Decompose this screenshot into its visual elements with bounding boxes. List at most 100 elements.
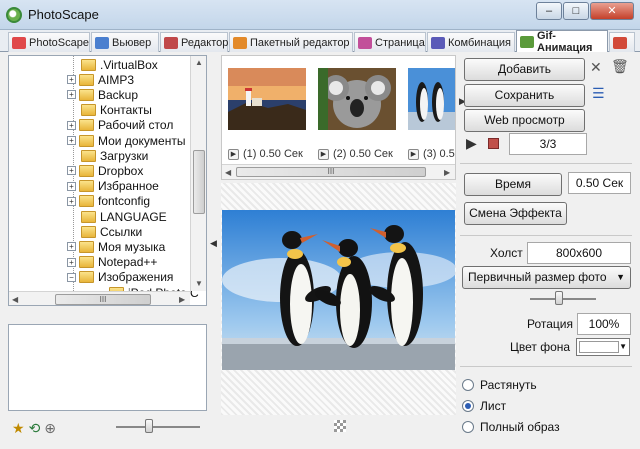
thumbnail-size-slider[interactable] [116,426,200,428]
radio-sheet[interactable]: Лист [462,399,506,413]
frame-play-icon[interactable]: ▶ [228,148,239,160]
expand-icon[interactable]: + [67,120,76,130]
bg-color-label: Цвет фона [510,340,571,354]
tree-item[interactable]: Контакты [81,103,152,118]
refresh-icon[interactable]: ⟲ [29,420,41,437]
expand-icon[interactable]: + [67,242,76,252]
tree-vertical-scrollbar[interactable]: ▲ ▼ [190,56,206,291]
time-button[interactable]: Время [464,173,562,196]
scroll-left-icon[interactable]: ◀ [12,295,18,304]
strip-scroll-thumb[interactable]: III [236,167,426,177]
tree-scroll-thumb[interactable] [193,150,205,214]
rotation-value[interactable]: 100% [577,313,631,335]
frame-play-icon[interactable]: ▶ [318,148,329,160]
tab-viewer[interactable]: Вьювер [91,32,159,52]
frame-thumbnail-2[interactable] [318,68,396,130]
tab-label: PhotoScape [29,36,89,49]
expand-icon[interactable]: + [67,136,76,145]
stop-icon[interactable] [488,138,499,149]
save-button[interactable]: Сохранить [464,84,585,107]
tree-item-label: Dropbox [98,163,144,178]
size-mode-select[interactable]: Первичный размер фото ▼ [462,266,631,289]
scroll-down-icon[interactable]: ▼ [195,279,203,288]
tree-item-label: Контакты [100,103,152,118]
tree-item[interactable]: + AIMP3 [67,72,134,87]
radio-full-dot[interactable] [462,421,474,433]
minimize-button[interactable]: – [536,2,562,20]
tree-item[interactable]: + fontconfig [67,194,150,209]
radio-full-image[interactable]: Полный образ [462,420,560,434]
size-slider[interactable] [530,298,596,300]
editor-tab-icon [164,36,178,49]
tab-combine[interactable]: Комбинация [427,32,515,52]
tree-item[interactable]: + Dropbox [67,163,143,178]
folder-icon [79,271,94,284]
change-effect-button[interactable]: Смена Эффекта [464,202,567,225]
thumbnail-view-icon[interactable]: ⊕ [44,420,56,437]
collapse-left-icon[interactable]: ◀ [210,238,217,249]
size-slider-thumb[interactable] [555,291,563,305]
time-value[interactable]: 0.50 Сек [568,172,631,194]
folder-tree[interactable]: .VirtualBox + AIMP3 + Backup Контакты + Рабочий… [8,55,207,306]
maximize-button[interactable]: □ [563,2,589,20]
remove-icon[interactable]: ✕ [590,59,602,76]
close-button[interactable]: ✕ [590,2,634,20]
tab-batch-editor[interactable]: Пакетный редактор [229,32,353,52]
tree-item[interactable]: + Рабочий стол [67,118,173,133]
tree-item[interactable]: LANGUAGE [81,209,167,224]
expand-icon[interactable]: + [67,181,76,191]
web-preview-button[interactable]: Web просмотр [464,109,585,132]
frame-play-icon[interactable]: ▶ [408,148,419,160]
canvas-size[interactable]: 800x600 [527,242,631,264]
page-tab-icon [358,36,372,49]
tab-gif-animation[interactable]: Gif-Анимация [516,30,608,54]
tree-item[interactable]: Загрузки [81,148,148,163]
folder-icon [79,256,94,269]
tab-overflow[interactable] [609,32,635,52]
tab-label: Вьювер [112,36,152,49]
file-preview-box [8,324,207,411]
frame-label-3: ▶ (3) 0.5 [408,148,455,160]
strip-horizontal-scrollbar[interactable]: ◀ III ▶ [222,164,455,179]
expand-icon[interactable]: + [67,166,76,176]
expand-icon[interactable]: + [67,257,76,267]
tree-item[interactable]: .VirtualBox [81,57,158,72]
tree-item[interactable]: + Backup [67,87,138,102]
folder-icon [81,149,96,162]
tab-photoscape[interactable]: PhotoScape [8,32,90,52]
radio-stretch-dot[interactable] [462,379,474,391]
frame-strip[interactable]: ▶ (1) 0.50 Сек ▶ (2) 0.50 Сек ▶ (3) 0.5 ◀ I… [221,55,456,180]
frame-thumbnail-3[interactable] [408,68,455,130]
expand-icon[interactable]: + [67,196,76,206]
tree-item[interactable]: + Notepad++ [67,255,157,270]
tree-hscroll-thumb[interactable]: III [55,294,151,305]
scroll-right-icon[interactable]: ▶ [444,168,450,177]
trash-icon[interactable]: 🗑 [611,58,629,75]
collapse-icon[interactable]: − [67,272,76,282]
tree-item[interactable]: + Избранное [67,179,159,194]
tree-horizontal-scrollbar[interactable]: ◀ III ▶ [9,291,190,305]
list-icon[interactable]: ☰ [592,85,605,102]
play-icon[interactable]: ▶ [466,135,477,152]
tab-editor[interactable]: Редактор [160,32,228,52]
frame-thumbnail-1[interactable] [228,68,306,130]
radio-label: Лист [480,399,507,413]
tab-label: Пакетный редактор [250,36,350,49]
tree-item[interactable]: + Мои документы [67,133,185,148]
expand-icon[interactable]: + [67,90,76,100]
scroll-left-icon[interactable]: ◀ [225,168,231,177]
tab-page[interactable]: Страница [354,32,426,52]
radio-stretch[interactable]: Растянуть [462,378,537,392]
transparency-icon[interactable] [334,420,346,432]
expand-icon[interactable]: + [67,75,76,85]
tree-item[interactable]: Ссылки [81,224,142,239]
add-button[interactable]: Добавить [464,58,585,81]
radio-sheet-dot[interactable] [462,400,474,412]
tree-item[interactable]: − Изображения [67,270,173,285]
scroll-right-icon[interactable]: ▶ [179,295,185,304]
scroll-up-icon[interactable]: ▲ [195,58,203,67]
thumbnail-size-slider-thumb[interactable] [145,419,153,433]
tree-item[interactable]: + Моя музыка [67,239,165,254]
bg-color-picker[interactable]: ▼ [576,338,630,356]
favorite-star-icon[interactable]: ★ [12,420,25,437]
